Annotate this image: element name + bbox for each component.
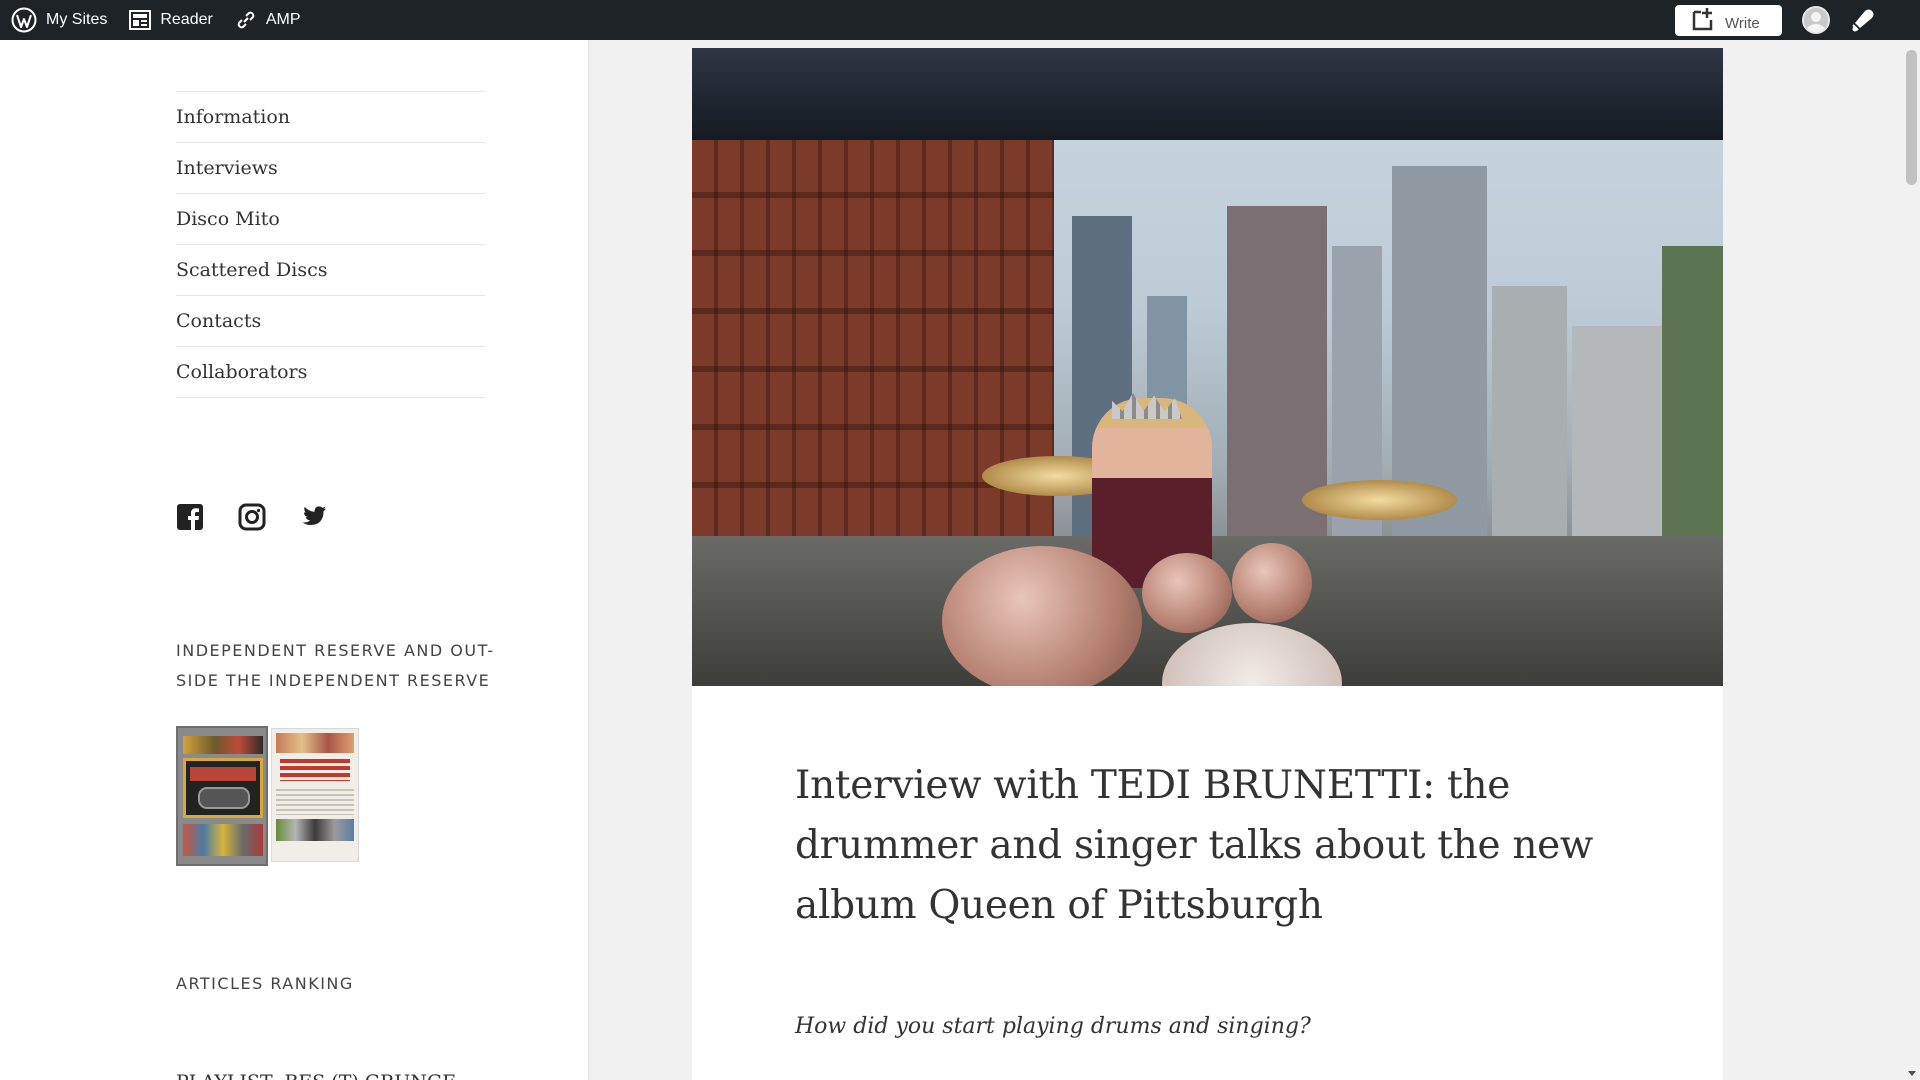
ranking-item-link[interactable]: PLAYLIST: BES (T) GRUNGE (1988-1994) 10 … xyxy=(176,1068,466,1080)
write-label: Write xyxy=(1725,14,1760,32)
notifications-button[interactable] xyxy=(1850,7,1876,33)
sidebar: Information Interviews Disco Mito Scatte… xyxy=(0,40,589,1080)
page-scrollbar[interactable] xyxy=(1903,40,1920,1080)
menu-item-scattered-discs[interactable]: Scattered Discs xyxy=(176,245,485,296)
social-links xyxy=(176,503,362,531)
reader-label: Reader xyxy=(160,11,213,28)
wordpress-icon xyxy=(11,7,37,33)
twitter-icon[interactable] xyxy=(300,503,328,531)
widget-title-independent-reserve: INDEPENDENT RESERVE AND OUT-SIDE THE IND… xyxy=(176,641,495,690)
sidebar-menu: Information Interviews Disco Mito Scatte… xyxy=(176,91,485,398)
book-covers-image[interactable] xyxy=(176,726,360,866)
my-sites-label: My Sites xyxy=(46,11,108,28)
article-question: How did you start playing drums and sing… xyxy=(795,1014,1311,1039)
article-body: Interview with TEDI BRUNETTI: the drumme… xyxy=(692,756,1723,1039)
scrollbar-thumb[interactable] xyxy=(1906,50,1917,185)
widget-title-articles-ranking: ARTICLES RANKING xyxy=(176,974,354,993)
facebook-icon[interactable] xyxy=(176,503,204,531)
reader-button[interactable]: Reader xyxy=(118,0,223,40)
article-title: Interview with TEDI BRUNETTI: the drumme… xyxy=(795,763,1594,928)
my-sites-button[interactable]: My Sites xyxy=(0,0,118,40)
amp-button[interactable]: AMP xyxy=(224,0,312,40)
avatar[interactable] xyxy=(1802,6,1830,34)
featured-image xyxy=(692,48,1723,686)
scroll-down-arrow-icon[interactable] xyxy=(1908,1071,1916,1076)
book-cover-2 xyxy=(271,728,359,862)
admin-bar: My Sites Reader AMP Write xyxy=(0,0,1920,40)
bridge-shape xyxy=(692,48,1723,140)
article-card: Interview with TEDI BRUNETTI: the drumme… xyxy=(692,48,1723,1080)
link-icon xyxy=(237,11,255,29)
admin-bar-right: Write xyxy=(1675,0,1920,40)
instagram-icon[interactable] xyxy=(238,503,266,531)
reader-icon xyxy=(129,10,152,30)
write-button[interactable]: Write xyxy=(1675,4,1782,36)
menu-item-contacts[interactable]: Contacts xyxy=(176,296,485,347)
bell-icon xyxy=(1852,9,1874,32)
menu-item-collaborators[interactable]: Collaborators xyxy=(176,347,485,398)
menu-item-interviews[interactable]: Interviews xyxy=(176,143,485,194)
book-cover-1 xyxy=(176,726,268,866)
brick-building-shape xyxy=(692,140,1054,580)
amp-label: AMP xyxy=(265,11,301,28)
menu-item-disco-mito[interactable]: Disco Mito xyxy=(176,194,485,245)
new-post-icon xyxy=(1692,7,1713,30)
menu-item-information[interactable]: Information xyxy=(176,92,485,143)
